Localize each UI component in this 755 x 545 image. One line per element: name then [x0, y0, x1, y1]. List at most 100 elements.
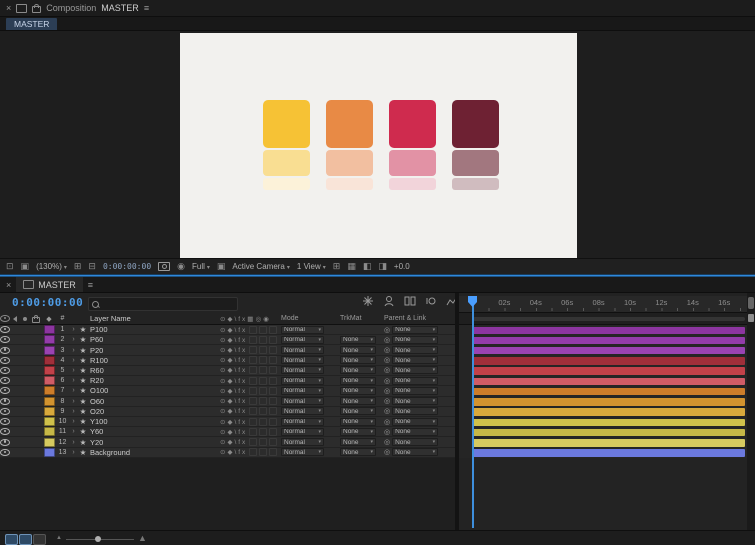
trkmat-dropdown[interactable]: None ▾ — [340, 386, 376, 395]
layer-name[interactable]: R60 — [88, 366, 218, 375]
switch-glyphs[interactable]: ⊙◆\fx — [220, 366, 247, 374]
layer-row[interactable]: 1 › ★ P100 ⊙◆\fx Normal ▾ ▾ ◎ None ▾ — [0, 325, 455, 336]
label-color-icon[interactable] — [43, 447, 55, 457]
blend-mode-dropdown[interactable]: Normal ▾ — [281, 376, 324, 385]
playhead-line[interactable] — [472, 296, 474, 528]
channels-icon[interactable]: ◉ — [177, 261, 185, 272]
switch-glyphs[interactable]: ⊙◆\fx — [220, 387, 247, 395]
layer-row[interactable]: 3 › ★ P20 ⊙◆\fx Normal ▾ None ▾ ◎ None ▾ — [0, 345, 455, 356]
switch-cell[interactable] — [249, 325, 258, 334]
expand-caret-icon[interactable]: › — [69, 335, 78, 344]
switch-cell[interactable] — [269, 335, 278, 344]
switch-cell[interactable] — [269, 346, 278, 355]
zoom-out-icon[interactable]: ▲ — [56, 535, 62, 541]
parent-dropdown[interactable]: None ▾ — [392, 448, 439, 457]
parent-dropdown[interactable]: None ▾ — [392, 346, 439, 355]
label-color-icon[interactable] — [43, 437, 55, 447]
solo-toggle-cell[interactable] — [20, 386, 29, 395]
switch-cell[interactable] — [259, 325, 268, 334]
expand-caret-icon[interactable]: › — [69, 417, 78, 426]
switch-cell[interactable] — [259, 407, 268, 416]
blend-mode-dropdown[interactable]: Normal ▾ — [281, 397, 324, 406]
layer-name[interactable]: P60 — [88, 335, 218, 344]
layer-name[interactable]: R20 — [88, 376, 218, 385]
solo-toggle-cell[interactable] — [20, 397, 29, 406]
switch-cell[interactable] — [249, 346, 258, 355]
switch-cell[interactable] — [249, 366, 258, 375]
switch-cell[interactable] — [249, 335, 258, 344]
audio-toggle-cell[interactable] — [10, 437, 20, 446]
view-layout-dropdown[interactable]: 1 View ▾ — [297, 262, 326, 271]
layer-name[interactable]: P100 — [88, 325, 218, 334]
expand-caret-icon[interactable]: › — [69, 356, 78, 365]
label-color-swatch[interactable] — [42, 355, 56, 365]
layer-duration-bar[interactable] — [473, 408, 745, 416]
visibility-eye-toggle[interactable] — [0, 448, 10, 457]
label-color-swatch[interactable] — [42, 386, 56, 396]
switch-cell[interactable] — [259, 386, 268, 395]
visibility-eye-toggle[interactable] — [0, 335, 10, 344]
layer-duration-bar[interactable] — [473, 377, 745, 386]
audio-toggle-cell[interactable] — [10, 427, 20, 436]
trkmat-dropdown[interactable]: None ▾ — [340, 448, 376, 457]
audio-toggle-cell[interactable] — [10, 376, 20, 385]
switch-cell[interactable] — [269, 386, 278, 395]
blend-mode-dropdown[interactable]: Normal ▾ — [281, 417, 324, 426]
label-color-icon[interactable] — [43, 355, 55, 365]
layer-duration-bar[interactable] — [473, 387, 745, 396]
expand-caret-icon[interactable]: › — [69, 325, 78, 334]
switch-cell[interactable] — [269, 417, 278, 426]
blend-mode-dropdown[interactable]: Normal ▾ — [281, 427, 324, 436]
label-color-icon[interactable] — [43, 345, 55, 355]
layer-duration-bar[interactable] — [473, 357, 745, 365]
zoom-slider-knob[interactable] — [95, 536, 101, 542]
switch-cell[interactable] — [269, 366, 278, 375]
pickwhip-icon[interactable]: ◎ — [384, 407, 390, 415]
switch-cell[interactable] — [249, 417, 258, 426]
close-icon[interactable]: × — [6, 3, 11, 13]
switch-glyphs[interactable]: ⊙◆\fx — [220, 377, 247, 385]
layer-name[interactable]: R100 — [88, 356, 218, 365]
region-of-interest-icon[interactable]: ▣ — [217, 261, 226, 272]
expand-transform-toggle-icon[interactable] — [5, 534, 18, 545]
mask-visibility-icon[interactable]: ⊟ — [88, 261, 96, 272]
switch-cell[interactable] — [259, 356, 268, 365]
lock-toggle-cell[interactable] — [29, 325, 42, 334]
switch-cell[interactable] — [269, 448, 278, 457]
scrollbar-thumb[interactable] — [748, 297, 754, 309]
audio-toggle-cell[interactable] — [10, 325, 20, 334]
lock-toggle-cell[interactable] — [29, 407, 42, 416]
solo-toggle-cell[interactable] — [20, 437, 29, 446]
lock-toggle-cell[interactable] — [29, 345, 42, 354]
exposure-value[interactable]: +0.0 — [394, 262, 410, 271]
switch-glyphs[interactable]: ⊙◆\fx — [220, 336, 247, 344]
switch-cell[interactable] — [269, 438, 278, 447]
blend-mode-dropdown[interactable]: Normal ▾ — [281, 346, 324, 355]
work-area-strip[interactable] — [459, 313, 747, 325]
audio-toggle-cell[interactable] — [10, 417, 20, 426]
switches-header[interactable]: ⊙◆\fx▦◎◉ — [218, 313, 280, 324]
switch-cell[interactable] — [249, 376, 258, 385]
flowchart-button-icon[interactable]: ◨ — [378, 261, 387, 272]
tab-master[interactable]: MASTER — [6, 18, 58, 30]
switch-glyphs[interactable]: ⊙◆\fx — [220, 418, 247, 426]
trkmat-dropdown[interactable]: None ▾ — [340, 407, 376, 416]
parent-dropdown[interactable]: None ▾ — [392, 427, 439, 436]
switch-cell[interactable] — [259, 397, 268, 406]
pixel-aspect-icon[interactable]: ⊞ — [333, 261, 341, 272]
switch-cell[interactable] — [259, 335, 268, 344]
label-color-swatch[interactable] — [42, 427, 56, 437]
switch-glyphs[interactable]: ⊙◆\fx — [220, 448, 247, 456]
blend-mode-dropdown[interactable]: Normal ▾ — [281, 325, 324, 334]
layer-switches[interactable]: ⊙◆\fx — [218, 366, 280, 375]
switch-cell[interactable] — [249, 438, 258, 447]
solo-toggle-cell[interactable] — [20, 407, 29, 416]
visibility-eye-toggle[interactable] — [0, 437, 10, 446]
viewer-timecode[interactable]: 0:00:00:00 — [103, 262, 151, 271]
layer-duration-bar[interactable] — [473, 398, 745, 406]
layer-switches[interactable]: ⊙◆\fx — [218, 345, 280, 355]
magnification-icon[interactable]: ▣ — [21, 261, 30, 272]
label-color-swatch[interactable] — [42, 406, 56, 416]
layer-duration-bar[interactable] — [473, 367, 745, 375]
timeline-button-icon[interactable]: ◧ — [363, 261, 372, 272]
